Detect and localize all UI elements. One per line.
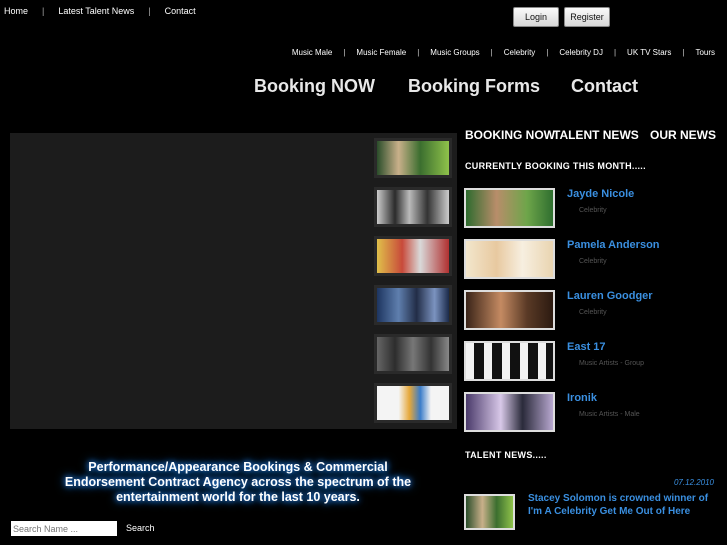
news-image[interactable] <box>464 494 515 530</box>
talent-name[interactable]: East 17 <box>567 341 606 353</box>
news-title-link[interactable]: Stacey Solomon is crowned winner of I'm … <box>528 492 720 518</box>
mainnav-contact[interactable]: Contact <box>571 76 638 97</box>
talent-news-heading: TALENT NEWS..... <box>465 450 547 460</box>
tab-talent-news[interactable]: TALENT NEWS <box>553 128 639 142</box>
talent-name[interactable]: Pamela Anderson <box>567 239 660 251</box>
slider-thumb[interactable] <box>374 187 452 227</box>
mainnav-booking-now[interactable]: Booking NOW <box>254 76 375 97</box>
talent-category: Celebrity <box>579 207 607 214</box>
thumb-image <box>377 386 449 420</box>
slider-thumb[interactable] <box>374 138 452 178</box>
thumb-image <box>377 337 449 371</box>
nav-separator: | <box>490 48 493 57</box>
nav-separator: | <box>613 48 617 57</box>
category-uk-tv-stars[interactable]: UK TV Stars <box>627 48 671 57</box>
mainnav-booking-forms[interactable]: Booking Forms <box>408 76 540 97</box>
talent-name[interactable]: Jayde Nicole <box>567 188 634 200</box>
thumb-image <box>377 288 449 322</box>
agency-tagline: Performance/Appearance Bookings & Commer… <box>64 460 412 504</box>
search-button[interactable]: Search <box>126 523 155 533</box>
talent-image[interactable] <box>464 188 555 228</box>
nav-separator: | <box>42 6 45 16</box>
slider-thumb[interactable] <box>374 334 452 374</box>
category-music-female[interactable]: Music Female <box>356 48 406 57</box>
nav-separator: | <box>148 6 151 16</box>
talent-category: Celebrity <box>579 258 607 265</box>
featured-slider[interactable] <box>10 133 457 429</box>
search-input[interactable] <box>11 521 117 536</box>
category-nav: Music Male | Music Female | Music Groups… <box>292 48 715 57</box>
category-tours[interactable]: Tours <box>695 48 715 57</box>
nav-latest-news-link[interactable]: Latest Talent News <box>58 6 134 16</box>
nav-separator: | <box>682 48 685 57</box>
category-celebrity[interactable]: Celebrity <box>504 48 536 57</box>
tab-booking-now[interactable]: BOOKING NOW <box>465 128 555 142</box>
talent-category: Music Artists - Male <box>579 411 640 418</box>
top-nav: Home | Latest Talent News | Contact <box>4 6 196 16</box>
slider-thumb[interactable] <box>374 236 452 276</box>
register-button[interactable]: Register <box>564 7 610 27</box>
talent-category: Celebrity <box>579 309 607 316</box>
category-music-groups[interactable]: Music Groups <box>430 48 479 57</box>
thumb-image <box>377 239 449 273</box>
tab-our-news[interactable]: OUR NEWS <box>650 128 716 142</box>
nav-separator: | <box>417 48 420 57</box>
slider-thumb[interactable] <box>374 285 452 325</box>
category-celebrity-dj[interactable]: Celebrity DJ <box>559 48 603 57</box>
talent-image[interactable] <box>464 341 555 381</box>
talent-name[interactable]: Ironik <box>567 392 597 404</box>
nav-separator: | <box>546 48 549 57</box>
thumb-image <box>377 141 449 175</box>
thumb-image <box>377 190 449 224</box>
nav-home-link[interactable]: Home <box>4 6 28 16</box>
nav-contact-link[interactable]: Contact <box>165 6 196 16</box>
talent-name[interactable]: Lauren Goodger <box>567 290 653 302</box>
login-button[interactable]: Login <box>513 7 559 27</box>
booking-heading: CURRENTLY BOOKING THIS MONTH..... <box>465 161 646 171</box>
nav-separator: | <box>343 48 346 57</box>
talent-image[interactable] <box>464 239 555 279</box>
talent-image[interactable] <box>464 290 555 330</box>
talent-image[interactable] <box>464 392 555 432</box>
slider-thumb[interactable] <box>374 383 452 423</box>
talent-category: Music Artists - Group <box>579 360 644 367</box>
category-music-male[interactable]: Music Male <box>292 48 332 57</box>
news-date: 07.12.2010 <box>673 478 714 487</box>
